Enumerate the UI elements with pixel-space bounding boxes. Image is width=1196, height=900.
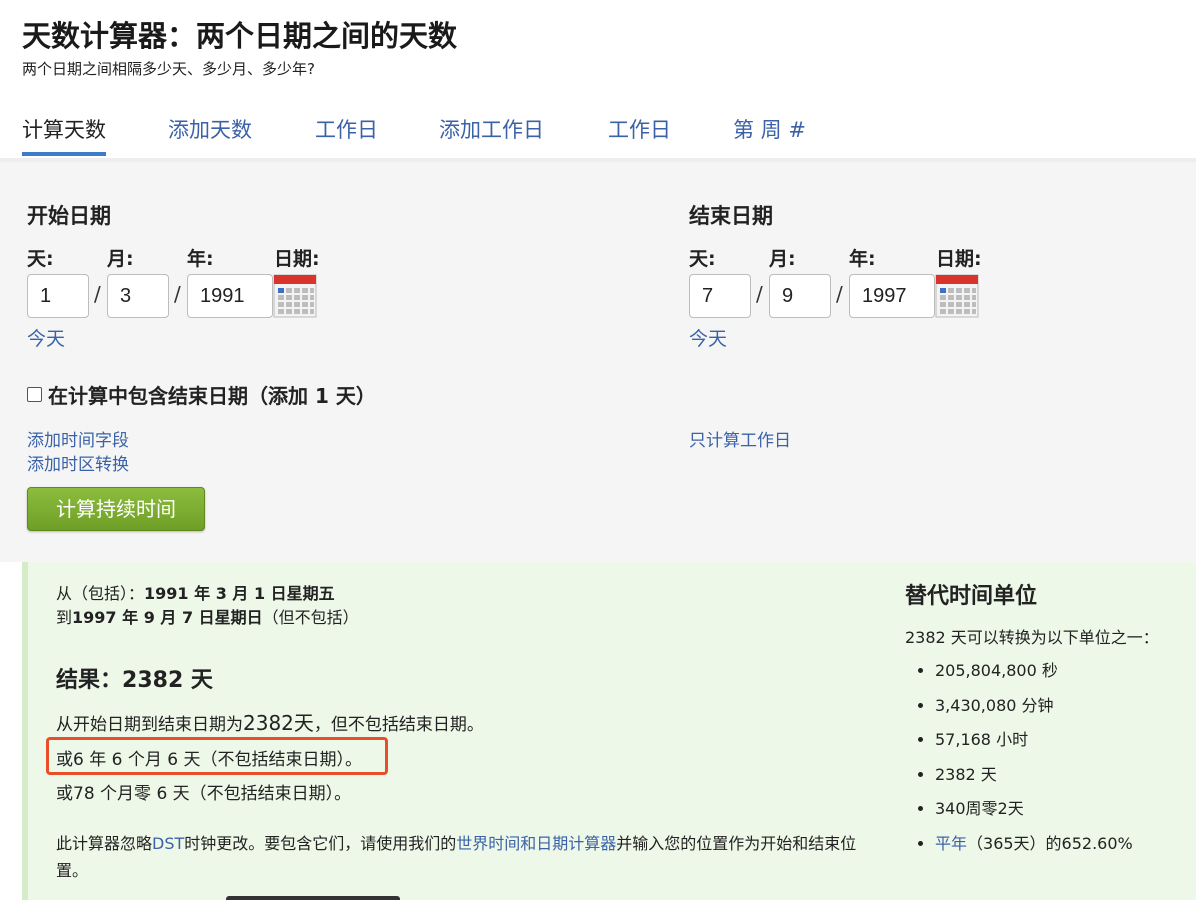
dst-link[interactable]: DST [152, 834, 184, 853]
start-month-input[interactable]: 3 [107, 274, 169, 318]
start-date-title: 开始日期 [27, 204, 111, 228]
list-item: 2382 天 [935, 758, 1195, 793]
start-month-label: 月: [107, 248, 134, 270]
date-separator: / [174, 282, 181, 306]
tab-calculate-days[interactable]: 计算天数 [22, 112, 106, 156]
end-today-link[interactable]: 今天 [689, 324, 727, 351]
result-from: 从（包括）：1991 年 3 月 1 日星期五 [56, 580, 335, 604]
form-area: 开始日期 天: 月: 年: 日期: 1 / 3 / 1991 今天 结束日期 天… [0, 162, 1196, 562]
date-separator: / [756, 282, 763, 306]
calendar-icon[interactable] [935, 274, 979, 318]
start-day-input[interactable]: 1 [27, 274, 89, 318]
result-from-date: 1991 年 3 月 1 日星期五 [144, 584, 335, 603]
alternative-units-intro: 2382 天可以转换为以下单位之一： [905, 628, 1159, 647]
start-today-link[interactable]: 今天 [27, 324, 65, 351]
result-from-prefix: 从（包括）： [56, 584, 145, 603]
common-year-suffix: （365天）的652.60% [967, 833, 1133, 853]
list-item: 3,430,080 分钟 [935, 689, 1195, 724]
tab-workdays-2[interactable]: 工作日 [608, 112, 671, 148]
scroll-bar-edge [226, 896, 400, 900]
tab-workdays[interactable]: 工作日 [315, 112, 378, 148]
page-header: 天数计算器：两个日期之间的天数 两个日期之间相隔多少天、多少月、多少年? [0, 0, 1196, 90]
common-year-link[interactable]: 平年 [935, 834, 967, 853]
end-month-input[interactable]: 9 [769, 274, 831, 318]
list-item: 340周零2天 [935, 792, 1195, 827]
add-time-fields-link[interactable]: 添加时间字段 [27, 426, 129, 451]
result-title: 结果：2382 天 [56, 662, 213, 694]
list-item: 205,804,800 秒 [935, 654, 1195, 689]
alternative-units-list: 205,804,800 秒 3,430,080 分钟 57,168 小时 238… [905, 654, 1195, 861]
date-separator: / [94, 282, 101, 306]
page-title: 天数计算器：两个日期之间的天数 [22, 19, 458, 53]
end-month-label: 月: [769, 248, 796, 270]
end-year-label: 年: [849, 248, 876, 270]
world-time-calculator-link[interactable]: 世界时间和日期计算器 [456, 834, 616, 853]
end-date-title: 结束日期 [689, 204, 773, 228]
start-year-label: 年: [187, 248, 214, 270]
alternative-units-title: 替代时间单位 [905, 584, 1038, 609]
calendar-icon[interactable] [273, 274, 317, 318]
end-day-input[interactable]: 7 [689, 274, 751, 318]
workdays-only-link[interactable]: 只计算工作日 [689, 426, 791, 451]
include-end-date-row[interactable]: 在计算中包含结束日期（添加 1 天） [27, 380, 376, 409]
result-to: 到1997 年 9 月 7 日星期日（但不包括） [56, 604, 359, 628]
result-line-months: 或78 个月零 6 天（不包括结束日期）。 [56, 784, 352, 804]
start-day-label: 天: [27, 248, 54, 270]
result-line-years: 或6 年 6 个月 6 天（不包括结束日期）。 [56, 750, 362, 770]
list-item: 57,168 小时 [935, 723, 1195, 758]
end-date-label: 日期: [936, 248, 982, 270]
calculate-duration-button[interactable]: 计算持续时间 [27, 487, 205, 531]
alternative-units: 替代时间单位 2382 天可以转换为以下单位之一： 205,804,800 秒 … [905, 578, 1195, 861]
result-title-prefix: 结果： [56, 668, 123, 693]
result-line-days: 从开始日期到结束日期为2382天，但不包括结束日期。 [56, 707, 484, 736]
date-separator: / [836, 282, 843, 306]
result-line1-suffix: ，但不包括结束日期。 [313, 715, 484, 735]
list-item: 平年（365天）的652.60% [935, 827, 1195, 862]
end-day-label: 天: [689, 248, 716, 270]
tab-add-workdays[interactable]: 添加工作日 [439, 112, 544, 148]
result-panel: 从（包括）：1991 年 3 月 1 日星期五 到1997 年 9 月 7 日星… [22, 562, 1196, 900]
result-line1-prefix: 从开始日期到结束日期为 [56, 715, 243, 735]
note-text: 此计算器忽略 [56, 834, 153, 853]
end-year-input[interactable]: 1997 [849, 274, 935, 318]
add-timezone-link[interactable]: 添加时区转换 [27, 450, 129, 475]
start-year-input[interactable]: 1991 [187, 274, 273, 318]
tab-week-number[interactable]: 第 周 # [733, 112, 806, 148]
result-line1-value: 2382天 [243, 711, 314, 735]
result-to-prefix: 到 [56, 608, 73, 627]
dst-note: 此计算器忽略DST时钟更改。要包含它们，请使用我们的世界时间和日期计算器并输入您… [56, 830, 886, 884]
tab-bar: 计算天数 添加天数 工作日 添加工作日 工作日 第 周 # [0, 90, 1196, 162]
result-title-value: 2382 天 [122, 668, 213, 693]
result-to-date: 1997 年 9 月 7 日星期日 [72, 608, 263, 627]
result-to-suffix: （但不包括） [262, 608, 359, 627]
page-subtitle: 两个日期之间相隔多少天、多少月、多少年? [22, 60, 315, 78]
note-text: 时钟更改。要包含它们，请使用我们的 [184, 834, 457, 853]
include-end-date-label[interactable]: 在计算中包含结束日期（添加 1 天） [48, 380, 376, 409]
tab-add-days[interactable]: 添加天数 [168, 112, 252, 148]
include-end-date-checkbox[interactable] [27, 387, 42, 402]
start-date-label: 日期: [274, 248, 320, 270]
